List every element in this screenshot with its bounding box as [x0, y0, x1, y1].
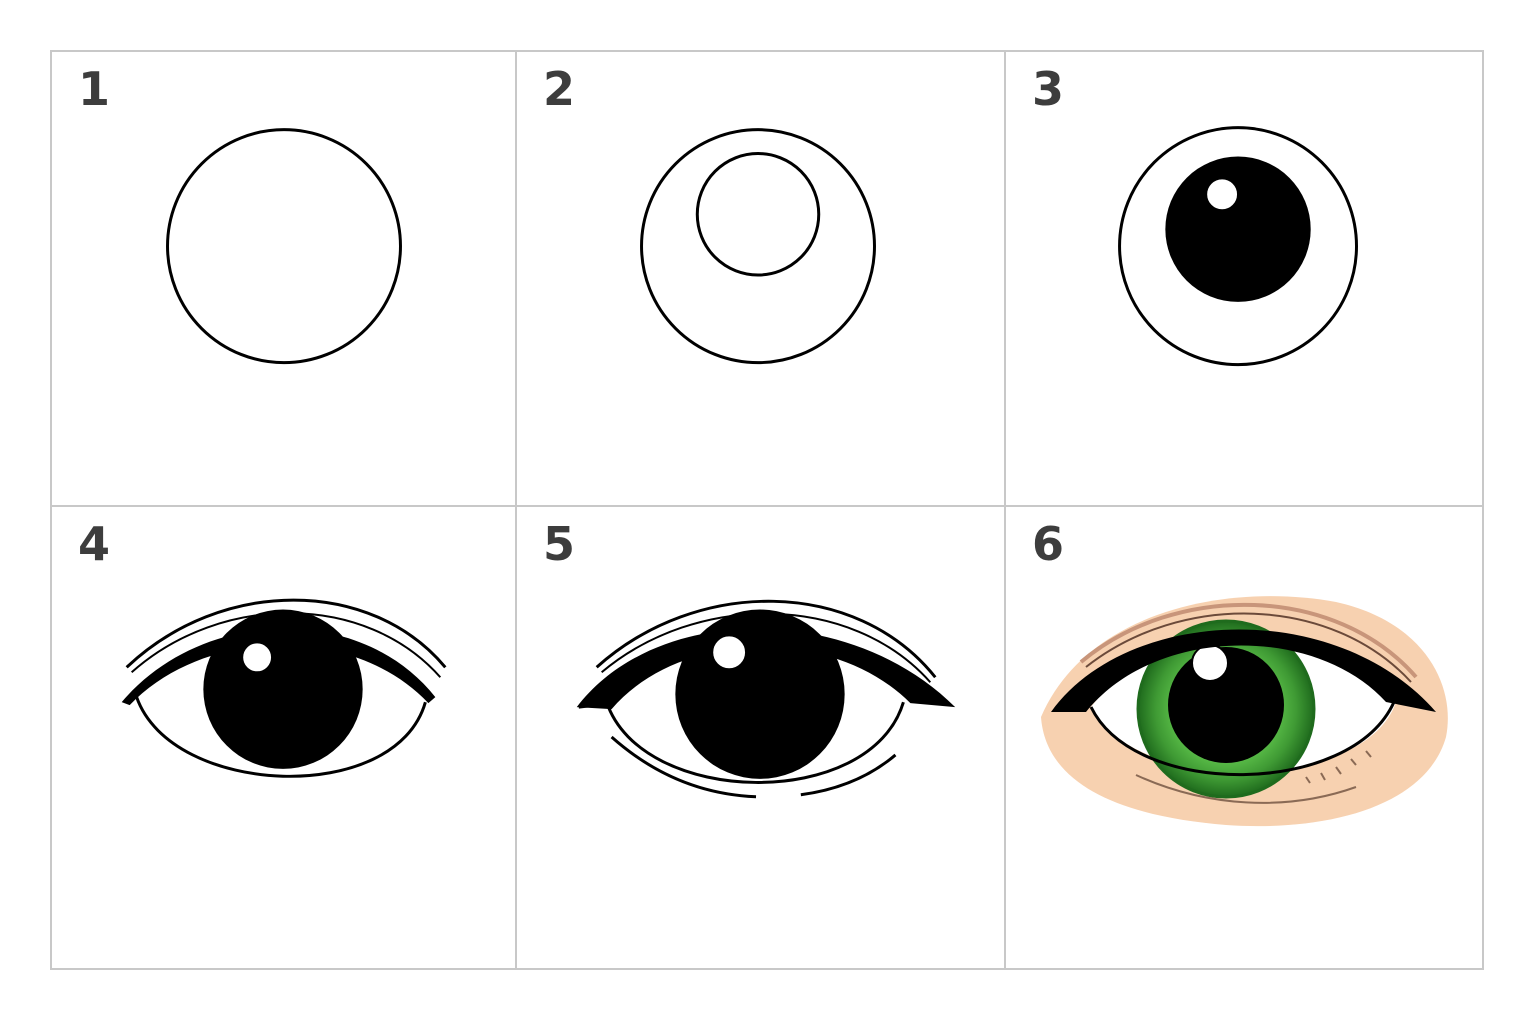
- iris-outline: [695, 152, 821, 277]
- step-3-panel: 3: [1006, 52, 1482, 507]
- step-5-panel: 5: [517, 507, 1006, 968]
- step-5-drawing: [576, 599, 956, 799]
- step-3-drawing: [1118, 126, 1358, 367]
- pupil-highlight: [1205, 177, 1240, 212]
- pupil: [203, 609, 363, 769]
- pupil-highlight: [1191, 644, 1229, 682]
- step-6-panel: 6: [1006, 507, 1482, 968]
- drawing-steps-grid: 1 2 3 4 5 6: [50, 50, 1484, 970]
- eyeball-outline: [640, 128, 876, 365]
- step-4-panel: 4: [52, 507, 517, 968]
- pupil-highlight: [241, 641, 274, 674]
- step-2-drawing: [640, 128, 876, 365]
- step-1-drawing: [166, 128, 402, 365]
- eyeball-outline: [166, 128, 402, 365]
- step-1-panel: 1: [52, 52, 517, 507]
- step-2-panel: 2: [517, 52, 1006, 507]
- pupil: [675, 609, 845, 779]
- step-6-drawing: [1041, 596, 1448, 827]
- step-4-drawing: [121, 598, 447, 778]
- pupil-highlight: [711, 634, 748, 671]
- pupil: [1165, 156, 1311, 302]
